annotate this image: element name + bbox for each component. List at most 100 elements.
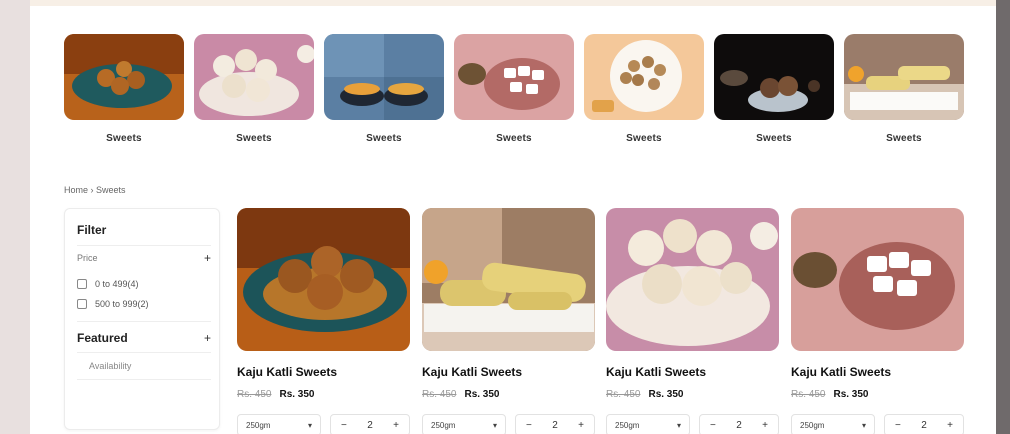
right-scrollbar-area [996,0,1010,434]
category-item[interactable]: Sweets [714,34,834,144]
old-price: Rs. 450 [237,389,272,400]
weight-value: 250gm [800,420,825,430]
quantity-value: 2 [552,419,558,431]
chevron-down-icon: ▾ [492,420,497,430]
weight-select[interactable]: 250gm ▾ [237,414,321,434]
quantity-stepper[interactable]: − 2 + [699,414,779,434]
current-price: Rs. 350 [279,389,315,400]
product-controls: 250gm ▾ − 2 + [237,414,410,434]
price-row: Rs. 450 Rs. 350 [422,389,595,400]
chevron-down-icon: ▾ [307,420,312,430]
product-image[interactable] [606,208,779,351]
product-card[interactable]: Kaju Katli Sweets Rs. 450 Rs. 350 250gm … [237,208,410,434]
chevron-down-icon: ▾ [676,420,681,430]
product-card[interactable]: Kaju Katli Sweets Rs. 450 Rs. 350 250gm … [791,208,964,434]
product-name[interactable]: Kaju Katli Sweets [422,365,595,379]
category-label: Sweets [756,133,792,144]
page: Sweets Sweets Sweets Sweets Sweets Sweet… [30,0,996,434]
category-image[interactable] [714,34,834,120]
old-price: Rs. 450 [422,389,457,400]
weight-select[interactable]: 250gm ▾ [606,414,690,434]
quantity-stepper[interactable]: − 2 + [330,414,410,434]
header-strip [30,0,996,6]
category-label: Sweets [106,133,142,144]
weight-select[interactable]: 250gm ▾ [791,414,875,434]
category-label: Sweets [626,133,662,144]
category-image[interactable] [844,34,964,120]
price-option[interactable]: 0 to 499(4) [77,279,139,289]
product-image[interactable] [791,208,964,351]
filter-panel: Filter Price + 0 to 499(4) 500 to 999(2)… [64,208,220,430]
weight-value: 250gm [246,420,271,430]
checkbox[interactable] [77,299,87,309]
increment-button[interactable]: + [393,420,399,431]
category-label: Sweets [366,133,402,144]
decrement-button[interactable]: − [341,420,347,431]
product-controls: 250gm ▾ − 2 + [606,414,779,434]
category-image[interactable] [584,34,704,120]
expand-price-icon[interactable]: + [204,251,211,265]
increment-button[interactable]: + [947,420,953,431]
chevron-down-icon: ▾ [861,420,866,430]
category-image[interactable] [64,34,184,120]
decrement-button[interactable]: − [710,420,716,431]
featured-label: Featured [77,331,128,345]
price-filter-header[interactable]: Price + [77,251,211,265]
weight-select[interactable]: 250gm ▾ [422,414,506,434]
product-image[interactable] [237,208,410,351]
category-item[interactable]: Sweets [324,34,444,144]
category-item[interactable]: Sweets [584,34,704,144]
price-row: Rs. 450 Rs. 350 [791,389,964,400]
current-price: Rs. 350 [833,389,869,400]
increment-button[interactable]: + [762,420,768,431]
quantity-value: 2 [367,419,373,431]
quantity-stepper[interactable]: − 2 + [515,414,595,434]
divider [77,379,211,380]
old-price: Rs. 450 [606,389,641,400]
divider [77,321,211,322]
increment-button[interactable]: + [578,420,584,431]
category-item[interactable]: Sweets [194,34,314,144]
featured-filter-header[interactable]: Featured + [77,331,211,345]
expand-featured-icon[interactable]: + [204,331,211,345]
current-price: Rs. 350 [648,389,684,400]
decrement-button[interactable]: − [526,420,532,431]
decrement-button[interactable]: − [895,420,901,431]
quantity-value: 2 [921,419,927,431]
price-option[interactable]: 500 to 999(2) [77,299,149,309]
price-row: Rs. 450 Rs. 350 [237,389,410,400]
category-label: Sweets [886,133,922,144]
category-image[interactable] [194,34,314,120]
category-label: Sweets [496,133,532,144]
availability-option[interactable]: Availability [89,361,131,371]
price-option-label: 500 to 999(2) [95,299,149,309]
quantity-stepper[interactable]: − 2 + [884,414,964,434]
price-row: Rs. 450 Rs. 350 [606,389,779,400]
divider [77,352,211,353]
category-image[interactable] [454,34,574,120]
product-controls: 250gm ▾ − 2 + [791,414,964,434]
product-controls: 250gm ▾ − 2 + [422,414,595,434]
filter-title: Filter [77,223,107,237]
quantity-value: 2 [736,419,742,431]
breadcrumb[interactable]: Home › Sweets [64,185,126,195]
product-card[interactable]: Kaju Katli Sweets Rs. 450 Rs. 350 250gm … [606,208,779,434]
divider [77,245,211,246]
category-item[interactable]: Sweets [844,34,964,144]
checkbox[interactable] [77,279,87,289]
product-name[interactable]: Kaju Katli Sweets [606,365,779,379]
price-option-label: 0 to 499(4) [95,279,139,289]
category-item[interactable]: Sweets [64,34,184,144]
product-card[interactable]: Kaju Katli Sweets Rs. 450 Rs. 350 250gm … [422,208,595,434]
category-item[interactable]: Sweets [454,34,574,144]
category-image[interactable] [324,34,444,120]
old-price: Rs. 450 [791,389,826,400]
product-image[interactable] [422,208,595,351]
product-name[interactable]: Kaju Katli Sweets [791,365,964,379]
price-label: Price [77,253,98,263]
category-label: Sweets [236,133,272,144]
weight-value: 250gm [615,420,640,430]
left-margin [0,0,30,434]
product-name[interactable]: Kaju Katli Sweets [237,365,410,379]
weight-value: 250gm [431,420,456,430]
